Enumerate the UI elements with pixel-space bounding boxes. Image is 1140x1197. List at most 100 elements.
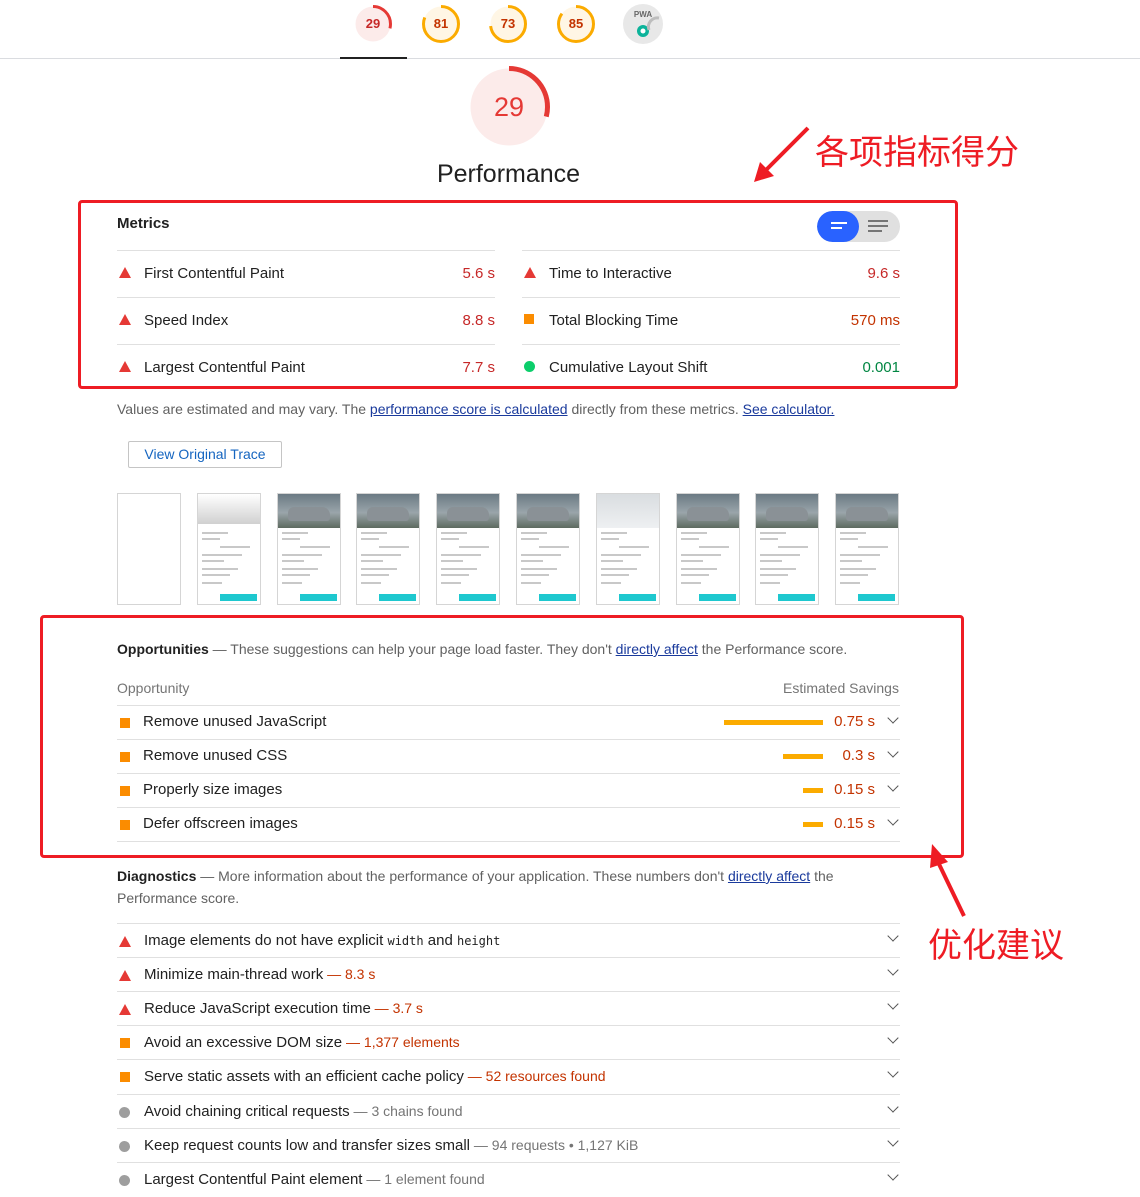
metric-row: Time to Interactive 9.6 s	[522, 250, 900, 297]
car-photo-thumbnail	[676, 494, 739, 528]
gauge-best-practices[interactable]: 73	[488, 4, 528, 44]
pass-status-icon	[524, 361, 535, 372]
code-width: width	[387, 934, 424, 948]
savings-bar	[724, 720, 823, 725]
metric-label: Largest Contentful Paint	[144, 359, 305, 376]
car-photo-thumbnail	[596, 494, 659, 528]
score-calculation-link[interactable]: performance score is calculated	[370, 401, 568, 417]
savings-value: 0.15 s	[834, 815, 875, 832]
metric-label: Speed Index	[144, 312, 229, 329]
diagnostics-directly-affect-link[interactable]: directly affect	[728, 868, 810, 884]
annotation-arrow-icon	[930, 844, 966, 917]
diagnostic-label: Avoid chaining critical requests — 3 cha…	[144, 1102, 463, 1120]
diagnostic-row[interactable]: Reduce JavaScript execution time — 3.7 s	[117, 991, 900, 1026]
average-status-icon	[120, 1038, 130, 1049]
frame-cta	[778, 594, 816, 601]
chevron-down-icon[interactable]	[887, 712, 899, 724]
info-status-icon	[119, 1140, 130, 1152]
active-tab-indicator	[340, 57, 407, 59]
chevron-down-icon[interactable]	[887, 1032, 899, 1044]
metric-value: 5.6 s	[462, 265, 495, 282]
view-original-trace-button[interactable]: View Original Trace	[128, 441, 282, 468]
calculator-link[interactable]: See calculator.	[743, 401, 835, 417]
chevron-down-icon[interactable]	[887, 814, 899, 826]
filmstrip-frame	[755, 493, 820, 605]
performance-score: 29	[493, 92, 525, 122]
metrics-view-toggle[interactable]	[817, 211, 900, 242]
diagnostic-detail: — 8.3 s	[323, 966, 376, 983]
diagnostic-row[interactable]: Avoid an excessive DOM size — 1,377 elem…	[117, 1025, 900, 1060]
average-status-icon	[120, 786, 130, 796]
chevron-down-icon[interactable]	[887, 1134, 899, 1147]
chevron-down-icon[interactable]	[887, 1066, 899, 1079]
chevron-down-icon[interactable]	[887, 1100, 899, 1113]
chevron-down-icon[interactable]	[887, 930, 899, 942]
diagnostics-heading: Diagnostics — More information about the…	[117, 868, 834, 906]
diagnostic-row[interactable]: Avoid chaining critical requests — 3 cha…	[117, 1093, 900, 1129]
metrics-heading: Metrics	[117, 215, 170, 232]
gauge-accessibility[interactable]: 81	[421, 4, 461, 44]
metric-row: First Contentful Paint 5.6 s	[117, 250, 495, 297]
metric-label: Time to Interactive	[549, 265, 672, 282]
diagnostic-detail: — 3 chains found	[349, 1102, 463, 1119]
diagnostic-row[interactable]: Serve static assets with an efficient ca…	[117, 1059, 900, 1094]
diagnostic-label: Largest Contentful Paint element — 1 ele…	[144, 1170, 485, 1188]
opportunities-heading: Opportunities — These suggestions can he…	[117, 641, 848, 657]
diagnostic-row[interactable]: Image elements do not have explicit widt…	[117, 923, 900, 958]
savings-bar	[783, 754, 823, 759]
diagnostic-row[interactable]: Keep request counts low and transfer siz…	[117, 1127, 900, 1163]
gauge-performance[interactable]: 29	[353, 4, 393, 44]
chevron-down-icon[interactable]	[887, 780, 899, 792]
diagnostic-detail: — 3.7 s	[370, 1000, 423, 1017]
fail-status-icon	[119, 1004, 131, 1016]
chevron-down-icon[interactable]	[887, 964, 899, 976]
performance-score-gauge: 29	[467, 65, 551, 149]
savings-bar	[803, 788, 823, 793]
frame-cta	[219, 594, 257, 601]
gauge-pwa[interactable]: PWA	[623, 4, 663, 44]
metric-value: 9.6 s	[867, 265, 900, 282]
filmstrip-frame	[356, 493, 421, 605]
code-height: height	[456, 934, 501, 948]
fail-status-icon	[119, 361, 131, 372]
metric-label: First Contentful Paint	[144, 265, 285, 282]
diagnostics-title: Diagnostics	[117, 868, 197, 884]
car-photo-thumbnail	[756, 494, 819, 528]
metric-value: 8.8 s	[462, 312, 495, 329]
chevron-down-icon[interactable]	[887, 746, 899, 758]
metric-row: Total Blocking Time 570 ms	[522, 297, 900, 344]
annotation-suggestions-label: 优化建议	[928, 926, 1064, 966]
diagnostic-row[interactable]: Minimize main-thread work — 8.3 s	[117, 957, 900, 992]
chevron-down-icon[interactable]	[887, 1169, 899, 1181]
opportunities-directly-affect-link[interactable]: directly affect	[616, 641, 698, 657]
opportunity-row[interactable]: Remove unused CSS 0.3 s	[117, 739, 900, 773]
opportunity-label: Remove unused JavaScript	[143, 713, 327, 730]
opportunity-row[interactable]: Properly size images 0.15 s	[117, 773, 900, 807]
diagnostic-row[interactable]: Largest Contentful Paint element — 1 ele…	[117, 1161, 900, 1197]
metric-row: Largest Contentful Paint 7.7 s	[117, 344, 495, 391]
opportunities-title: Opportunities	[117, 641, 209, 657]
savings-bar	[803, 822, 823, 827]
opportunity-row[interactable]: Remove unused JavaScript 0.75 s	[117, 705, 900, 739]
average-status-icon	[120, 752, 130, 762]
filmstrip-frame	[436, 493, 501, 605]
metric-value: 0.001	[862, 359, 900, 376]
chevron-down-icon[interactable]	[887, 998, 899, 1010]
opportunity-column-header: Opportunity	[117, 680, 190, 696]
car-photo-thumbnail	[517, 494, 579, 528]
metric-label: Cumulative Layout Shift	[549, 359, 708, 376]
metric-value: 7.7 s	[462, 359, 495, 376]
fail-status-icon	[119, 970, 131, 982]
filmstrip-frame	[835, 493, 900, 605]
gauge-score: 73	[500, 16, 516, 31]
opportunity-row[interactable]: Defer offscreen images 0.15 s	[117, 807, 900, 841]
frame-cta	[858, 594, 896, 601]
gauge-score: 81	[433, 16, 449, 31]
detail-view-icon	[868, 220, 888, 222]
gauge-seo[interactable]: 85	[556, 4, 596, 44]
diagnostic-detail: — 52 resources found	[463, 1068, 606, 1085]
frame-cta	[299, 594, 337, 601]
fail-status-icon	[119, 267, 131, 278]
metric-value: 570 ms	[850, 312, 900, 329]
car-photo-thumbnail	[357, 494, 420, 528]
